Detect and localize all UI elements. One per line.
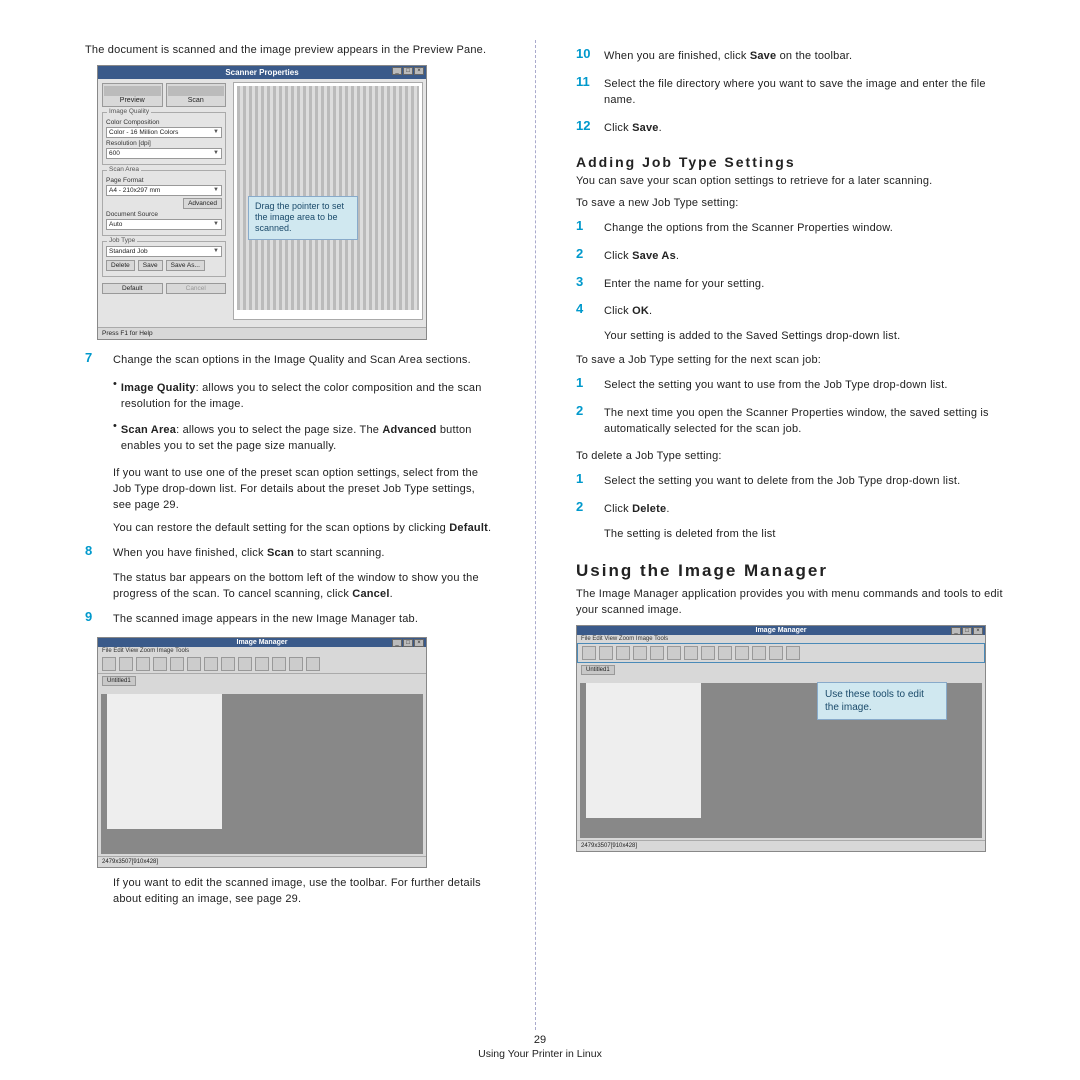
- callout-scan-area: Drag the pointer to set the image area t…: [248, 196, 358, 240]
- save-icon[interactable]: [102, 657, 116, 671]
- column-divider: [535, 40, 536, 1030]
- step-num-11: 11: [576, 74, 594, 112]
- scan-button[interactable]: Scan: [166, 83, 227, 107]
- im-menubar[interactable]: File Edit View Zoom Image Tools: [98, 647, 426, 655]
- chevron-down-icon: ▼: [213, 129, 219, 135]
- page-format-select[interactable]: A4 - 210x297 mm▼: [106, 185, 222, 196]
- im-intro: The Image Manager application provides y…: [576, 587, 1016, 619]
- jt-intro: You can save your scan option settings t…: [576, 174, 1016, 190]
- scan-area-group: Scan Area Page Format A4 - 210x297 mm▼ A…: [102, 170, 226, 236]
- doc-source-select[interactable]: Auto▼: [106, 219, 222, 230]
- save-icon[interactable]: [582, 646, 596, 660]
- scroll-icon[interactable]: [667, 646, 681, 660]
- im2-status: 2479x3507[910x428]: [577, 840, 985, 851]
- chevron-down-icon: ▼: [213, 150, 219, 156]
- save-button[interactable]: Save: [138, 260, 163, 271]
- brightness-icon[interactable]: [752, 646, 766, 660]
- preview-button[interactable]: Preview: [102, 83, 163, 107]
- image-manager-window-large: Image Manager _□× File Edit View Zoom Im…: [576, 625, 986, 852]
- save-as-button[interactable]: Save As...: [166, 260, 205, 271]
- step-num-10: 10: [576, 46, 594, 68]
- close-icon[interactable]: ×: [414, 67, 424, 75]
- properties-icon[interactable]: [306, 657, 320, 671]
- step-num-8: 8: [85, 543, 103, 565]
- redo-icon[interactable]: [616, 646, 630, 660]
- close-icon[interactable]: ×: [973, 627, 983, 635]
- effect-icon[interactable]: [289, 657, 303, 671]
- zoom-out-icon[interactable]: [633, 646, 647, 660]
- footer-text: Using Your Printer in Linux: [0, 1048, 1080, 1060]
- para-preset: If you want to use one of the preset sca…: [113, 466, 495, 514]
- scroll-icon[interactable]: [187, 657, 201, 671]
- page-footer: 29 Using Your Printer in Linux: [0, 1034, 1080, 1060]
- flip-icon[interactable]: [255, 657, 269, 671]
- rotate-icon[interactable]: [238, 657, 252, 671]
- advanced-button[interactable]: Advanced: [183, 198, 222, 209]
- step-9-text: The scanned image appears in the new Ima…: [113, 612, 495, 628]
- default-button[interactable]: Default: [102, 283, 163, 294]
- zoom-out-icon[interactable]: [153, 657, 167, 671]
- im2-thumbnail: [586, 683, 701, 818]
- zoom-in-icon[interactable]: [650, 646, 664, 660]
- close-icon[interactable]: ×: [414, 639, 424, 647]
- delete-button[interactable]: Delete: [106, 260, 135, 271]
- undo-icon[interactable]: [119, 657, 133, 671]
- cancel-button[interactable]: Cancel: [166, 283, 227, 294]
- step-num-7: 7: [85, 350, 103, 372]
- im-thumbnail: [107, 694, 222, 829]
- minimize-icon[interactable]: _: [392, 67, 402, 75]
- maximize-icon[interactable]: □: [962, 627, 972, 635]
- jt-save-intro: To save a new Job Type setting:: [576, 196, 1016, 212]
- undo-icon[interactable]: [599, 646, 613, 660]
- image-manager-window-small: Image Manager _□× File Edit View Zoom Im…: [97, 637, 427, 868]
- heading-image-manager: Using the Image Manager: [576, 561, 1016, 581]
- page-number: 29: [0, 1034, 1080, 1046]
- minimize-icon[interactable]: _: [392, 639, 402, 647]
- rotate-icon[interactable]: [718, 646, 732, 660]
- im-status: 2479x3507[910x428]: [98, 856, 426, 867]
- heading-job-type: Adding Job Type Settings: [576, 154, 1016, 170]
- im2-tab[interactable]: Untitled1: [581, 665, 615, 675]
- im-tab[interactable]: Untitled1: [102, 676, 136, 686]
- resolution-select[interactable]: 600▼: [106, 148, 222, 159]
- image-quality-group: Image Quality Color Composition Color - …: [102, 112, 226, 165]
- status-bar: Press F1 for Help: [98, 327, 426, 339]
- redo-icon[interactable]: [136, 657, 150, 671]
- im2-title: Image Manager: [577, 626, 985, 635]
- step-7-text: Change the scan options in the Image Qua…: [113, 353, 495, 369]
- crop-icon[interactable]: [684, 646, 698, 660]
- zoom-in-icon[interactable]: [170, 657, 184, 671]
- flip-icon[interactable]: [735, 646, 749, 660]
- im-title: Image Manager: [98, 638, 426, 647]
- crop-icon[interactable]: [204, 657, 218, 671]
- intro-text: The document is scanned and the image pr…: [85, 43, 495, 59]
- im2-toolbar: [577, 643, 985, 663]
- step-num-9: 9: [85, 609, 103, 631]
- chevron-down-icon: ▼: [213, 187, 219, 193]
- im-canvas[interactable]: [101, 694, 423, 854]
- maximize-icon[interactable]: □: [403, 67, 413, 75]
- scale-icon[interactable]: [701, 646, 715, 660]
- dialog-title: Scanner Properties: [98, 66, 426, 79]
- scanner-properties-dialog: Scanner Properties _ □ × Preview Scan Im…: [97, 65, 427, 340]
- job-type-select[interactable]: Standard Job▼: [106, 246, 222, 257]
- job-type-group: Job Type Standard Job▼ Delete Save Save …: [102, 241, 226, 277]
- after-im-text: If you want to edit the scanned image, u…: [113, 876, 495, 908]
- im-toolbar: [98, 655, 426, 674]
- chevron-down-icon: ▼: [213, 248, 219, 254]
- color-select[interactable]: Color - 16 Million Colors▼: [106, 127, 222, 138]
- window-controls: _ □ ×: [392, 67, 424, 75]
- maximize-icon[interactable]: □: [403, 639, 413, 647]
- properties-icon[interactable]: [786, 646, 800, 660]
- step-num-12: 12: [576, 118, 594, 140]
- effect-icon[interactable]: [769, 646, 783, 660]
- step-11-text: Select the file directory where you want…: [604, 77, 1016, 109]
- callout-tools: Use these tools to edit the image.: [817, 682, 947, 720]
- minimize-icon[interactable]: _: [951, 627, 961, 635]
- chevron-down-icon: ▼: [213, 221, 219, 227]
- im2-menubar[interactable]: File Edit View Zoom Image Tools: [577, 635, 985, 643]
- scale-icon[interactable]: [221, 657, 235, 671]
- brightness-icon[interactable]: [272, 657, 286, 671]
